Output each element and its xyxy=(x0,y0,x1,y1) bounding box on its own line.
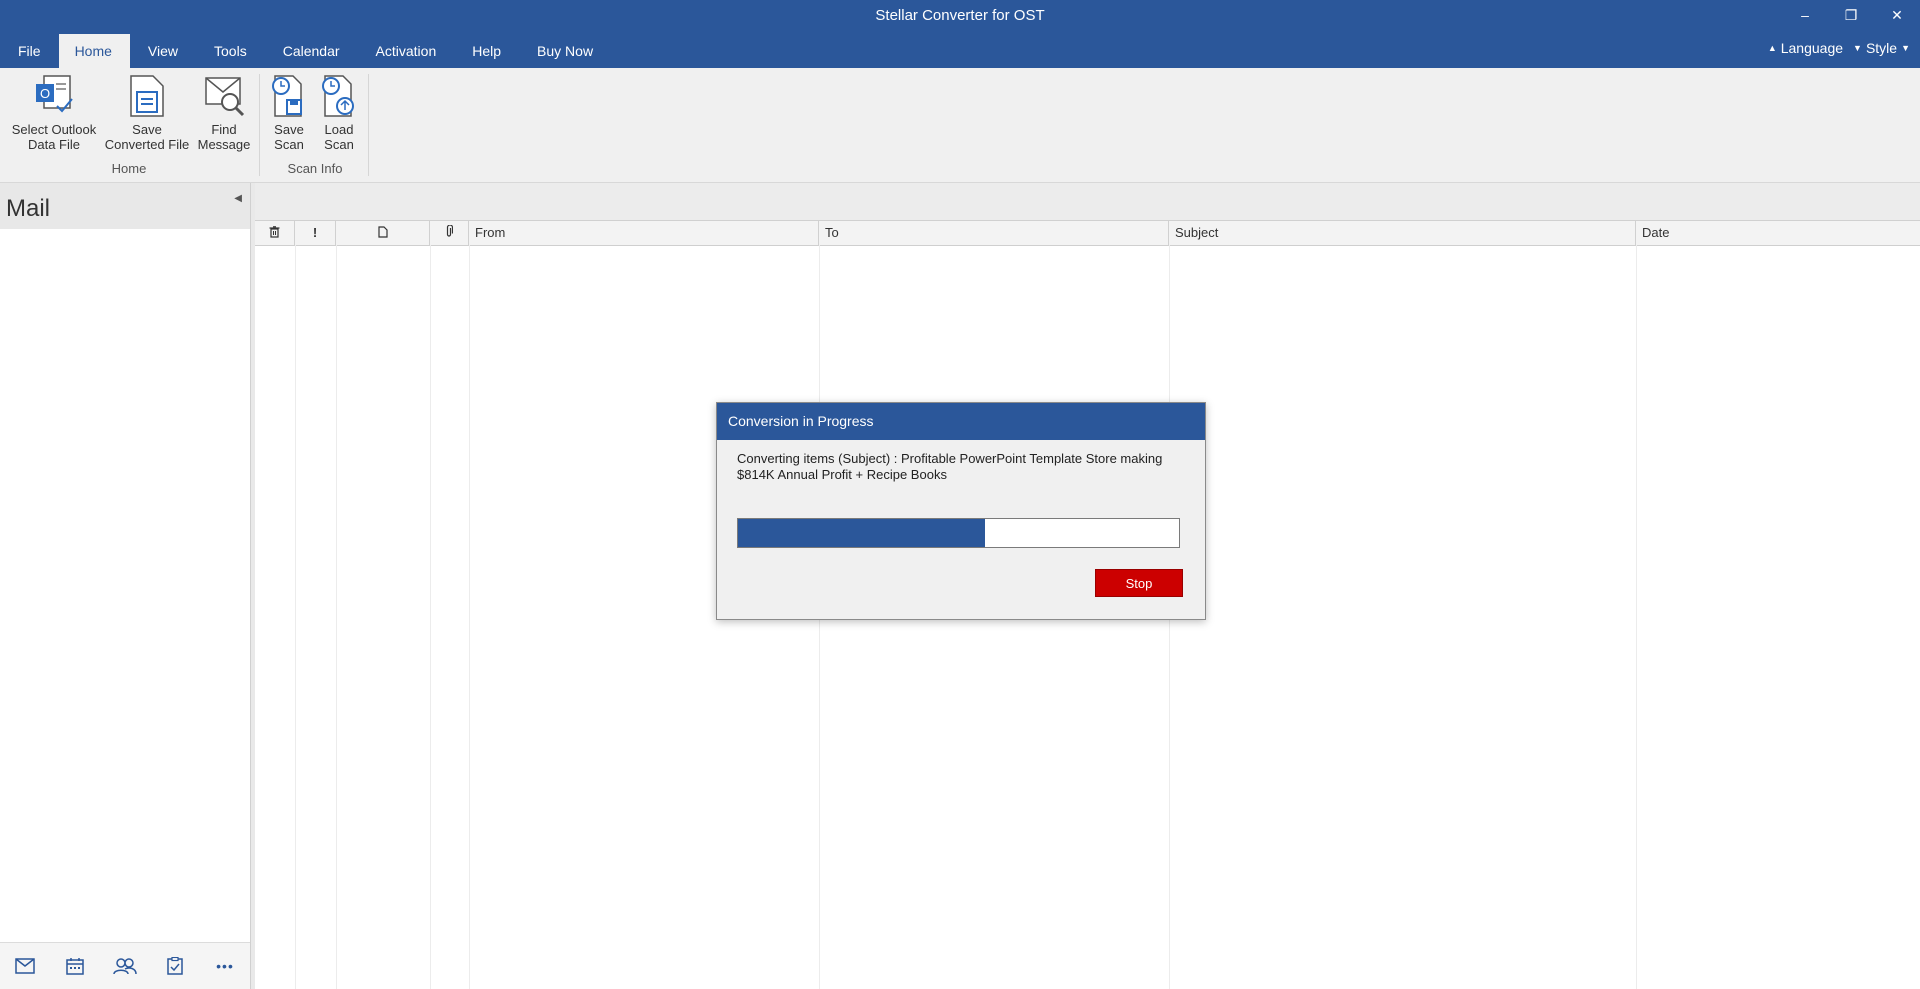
tab-calendar[interactable]: Calendar xyxy=(265,34,358,68)
svg-text:O: O xyxy=(40,86,50,101)
progress-bar-fill xyxy=(738,519,985,547)
caret-down-icon: ▼ xyxy=(1901,43,1910,53)
title-bar: Stellar Converter for OST – ❐ ✕ File Hom… xyxy=(0,0,1920,68)
dialog-title: Conversion in Progress xyxy=(717,403,1205,440)
tab-file[interactable]: File xyxy=(0,34,59,68)
column-gridline xyxy=(1636,245,1637,989)
ribbon-group-label-home: Home xyxy=(111,161,147,176)
column-header-importance[interactable]: ! xyxy=(295,221,336,245)
column-gridline xyxy=(295,245,296,989)
stop-button[interactable]: Stop xyxy=(1095,569,1183,597)
column-gridline xyxy=(430,245,431,989)
style-menu[interactable]: ▼ Style ▼ xyxy=(1853,40,1914,56)
pane-splitter[interactable] xyxy=(251,183,255,989)
minimize-button[interactable]: – xyxy=(1782,0,1828,30)
folder-pane: Mail ◀ ••• xyxy=(0,183,251,989)
column-header-to[interactable]: To xyxy=(819,221,1169,245)
find-message-button[interactable]: Find Message xyxy=(193,72,255,152)
window-title: Stellar Converter for OST xyxy=(875,7,1045,24)
caret-up-icon: ▲ xyxy=(1767,43,1777,53)
find-message-icon xyxy=(200,72,248,118)
tab-home[interactable]: Home xyxy=(58,34,130,68)
tab-tools[interactable]: Tools xyxy=(196,34,265,68)
select-outlook-data-file-button[interactable]: O Select Outlook Data File xyxy=(6,72,102,152)
column-gridline xyxy=(336,245,337,989)
tasks-icon[interactable] xyxy=(161,954,189,978)
outlook-file-icon: O xyxy=(30,72,78,118)
more-icon[interactable]: ••• xyxy=(211,954,239,978)
mail-icon[interactable] xyxy=(11,954,39,978)
tab-activation[interactable]: Activation xyxy=(358,34,455,68)
language-menu[interactable]: ▲ Language xyxy=(1768,40,1843,56)
top-right-menus: ▲ Language ▼ Style ▼ xyxy=(1768,40,1914,56)
column-header-from[interactable]: From xyxy=(469,221,819,245)
conversion-progress-bar xyxy=(737,518,1180,548)
close-button[interactable]: ✕ xyxy=(1874,0,1920,30)
restore-icon: ❐ xyxy=(1844,6,1858,23)
save-document-icon xyxy=(123,72,171,118)
message-list-header: ! From To Subject Date xyxy=(255,221,1920,246)
tab-view[interactable]: View xyxy=(130,34,196,68)
conversion-status-message: Converting items (Subject) : Profitable … xyxy=(737,451,1163,482)
column-header-subject[interactable]: Subject xyxy=(1169,221,1636,245)
save-scan-icon xyxy=(265,72,313,118)
column-header-delete[interactable] xyxy=(255,221,295,245)
load-scan-button[interactable]: Load Scan xyxy=(314,72,364,152)
attachment-icon xyxy=(445,224,454,240)
content-toolbar-strip xyxy=(255,183,1920,221)
column-header-date[interactable]: Date xyxy=(1636,221,1920,245)
contacts-icon[interactable] xyxy=(111,954,139,978)
restore-button[interactable]: ❐ xyxy=(1828,0,1874,30)
ribbon: O Select Outlook Data File Save Converte… xyxy=(0,68,1920,183)
ribbon-divider xyxy=(259,74,260,176)
ribbon-divider xyxy=(368,74,369,176)
caret-down-icon: ▼ xyxy=(1853,43,1862,53)
ribbon-group-home: O Select Outlook Data File Save Converte… xyxy=(0,68,258,182)
save-converted-file-button[interactable]: Save Converted File xyxy=(100,72,194,152)
close-icon: ✕ xyxy=(1891,6,1903,23)
trash-icon xyxy=(269,225,280,240)
load-scan-icon xyxy=(315,72,363,118)
tab-help[interactable]: Help xyxy=(454,34,519,68)
collapse-pane-icon[interactable]: ◀ xyxy=(234,193,242,204)
pane-title: Mail xyxy=(6,195,51,222)
conversion-progress-dialog: Conversion in Progress Converting items … xyxy=(716,402,1206,620)
ribbon-tabs: File Home View Tools Calendar Activation… xyxy=(0,34,611,68)
minimize-icon: – xyxy=(1801,7,1809,23)
mail-header: Mail ◀ xyxy=(0,183,250,229)
column-header-item-type[interactable] xyxy=(336,221,430,245)
column-gridline xyxy=(469,245,470,989)
calendar-icon[interactable] xyxy=(61,954,89,978)
save-scan-button[interactable]: Save Scan xyxy=(264,72,314,152)
bottom-navigation: ••• xyxy=(0,942,250,989)
ribbon-group-label-scan-info: Scan Info xyxy=(287,161,343,176)
ribbon-group-scan-info: Save Scan Load Scan Scan Info xyxy=(262,68,368,182)
tab-buy-now[interactable]: Buy Now xyxy=(519,34,611,68)
column-header-attachment[interactable] xyxy=(430,221,469,245)
document-icon xyxy=(377,225,388,240)
